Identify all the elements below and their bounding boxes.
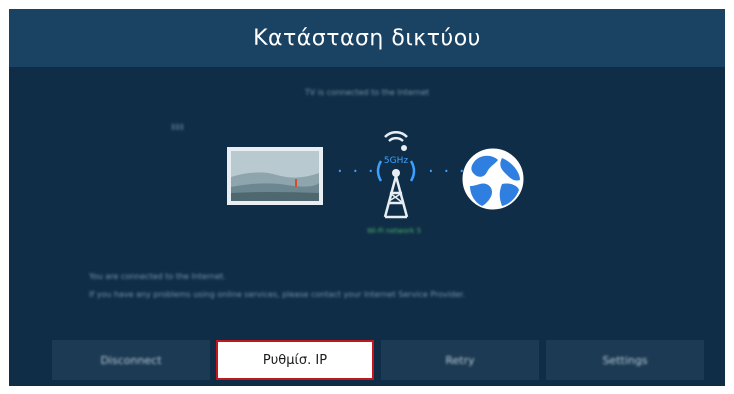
- band-label: 5GHz: [384, 156, 408, 166]
- message-line-2: If you have any problems using online se…: [89, 290, 466, 299]
- connector-dots: · · ·: [428, 161, 467, 182]
- ghost-text: ▮▮▮: [171, 122, 185, 131]
- message-line-1: You are connected to the Internet.: [89, 272, 226, 281]
- title-bar: Κατάσταση δικτύου: [9, 9, 725, 67]
- connector-dots: · · ·: [337, 161, 376, 182]
- page-title: Κατάσταση δικτύου: [253, 25, 481, 51]
- band-status: Wi-Fi network 5: [367, 227, 422, 235]
- disconnect-button[interactable]: Disconnect: [52, 340, 210, 380]
- tv-icon: [227, 147, 323, 205]
- button-label: Retry: [445, 353, 475, 367]
- button-label: Disconnect: [100, 353, 162, 367]
- connection-status-text: TV is connected to the Internet: [304, 88, 430, 97]
- button-label: Settings: [602, 353, 648, 367]
- globe-icon: [462, 148, 524, 210]
- ip-settings-button[interactable]: Ρυθμίσ. IP: [216, 340, 374, 380]
- retry-button[interactable]: Retry: [381, 340, 539, 380]
- wifi-tower-icon: 5GHz: [376, 131, 416, 219]
- action-buttons: Disconnect Ρυθμίσ. IP Retry Settings: [52, 340, 704, 380]
- network-status-panel: Κατάσταση δικτύου TV is connected to the…: [9, 9, 725, 386]
- button-label: Ρυθμίσ. IP: [262, 352, 328, 368]
- settings-button[interactable]: Settings: [546, 340, 704, 380]
